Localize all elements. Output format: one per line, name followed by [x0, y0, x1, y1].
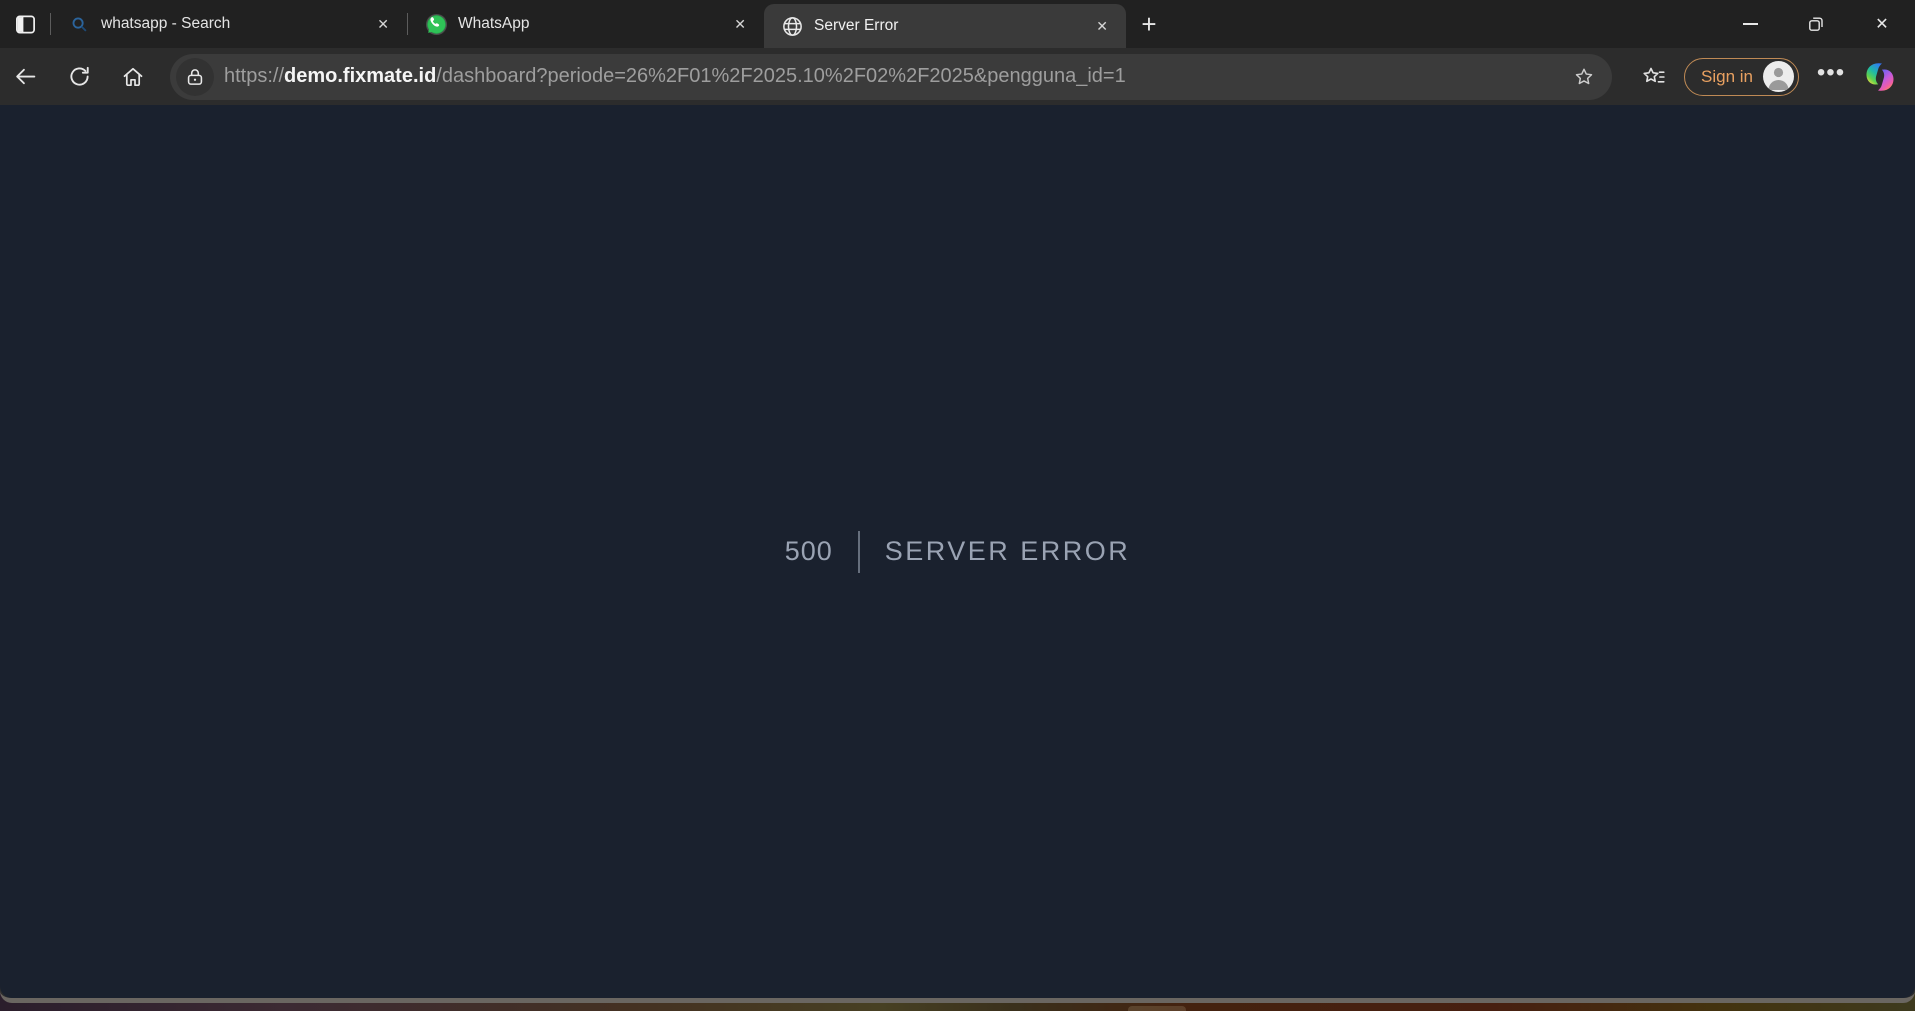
- tab-close-icon[interactable]: ✕: [1090, 14, 1114, 39]
- avatar: [1763, 61, 1794, 92]
- restore-icon: [1808, 16, 1824, 32]
- home-button[interactable]: [111, 55, 155, 99]
- error-divider: [858, 531, 860, 573]
- error-message-text: SERVER ERROR: [885, 536, 1131, 567]
- error-code: 500: [785, 536, 833, 567]
- home-icon: [121, 65, 145, 89]
- navigation-toolbar: https://demo.fixmate.id/dashboard?period…: [0, 48, 1915, 105]
- favorites-star-list-icon: [1641, 64, 1667, 90]
- back-button[interactable]: [3, 55, 47, 99]
- search-icon: [67, 12, 91, 36]
- refresh-button[interactable]: [57, 55, 101, 99]
- tab-whatsapp[interactable]: WhatsApp ✕: [408, 0, 764, 48]
- more-options-icon: •••: [1817, 59, 1845, 87]
- tab-whatsapp-search[interactable]: whatsapp - Search ✕: [51, 0, 407, 48]
- window-controls: ✕: [1717, 0, 1915, 48]
- tab-title: whatsapp - Search: [101, 15, 361, 33]
- minimize-icon: [1743, 23, 1758, 25]
- copilot-button[interactable]: [1859, 55, 1901, 99]
- tab-title: Server Error: [814, 17, 1080, 35]
- star-icon: [1573, 66, 1595, 88]
- restore-button[interactable]: [1783, 0, 1849, 48]
- add-favorite-button[interactable]: [1566, 59, 1602, 95]
- close-icon: ✕: [1875, 14, 1888, 34]
- page-content: 500 SERVER ERROR: [0, 105, 1915, 998]
- url-path: /dashboard?periode=26%2F01%2F2025.10%2F0…: [436, 65, 1125, 87]
- tab-title: WhatsApp: [458, 15, 718, 33]
- whatsapp-icon: [424, 12, 448, 36]
- site-security-button[interactable]: [176, 58, 214, 96]
- plus-icon: +: [1141, 9, 1156, 40]
- globe-icon: [780, 14, 804, 38]
- tab-server-error[interactable]: Server Error ✕: [764, 4, 1126, 48]
- favorites-button[interactable]: [1632, 55, 1676, 99]
- server-error-message: 500 SERVER ERROR: [785, 531, 1131, 573]
- lock-icon: [184, 66, 206, 88]
- minimize-button[interactable]: [1717, 0, 1783, 48]
- url-domain: demo.fixmate.id: [284, 65, 436, 87]
- copilot-icon: [1863, 60, 1897, 94]
- address-bar[interactable]: https://demo.fixmate.id/dashboard?period…: [170, 54, 1612, 100]
- sign-in-button[interactable]: Sign in: [1684, 58, 1799, 96]
- tab-actions-menu-button[interactable]: [0, 0, 50, 48]
- sign-in-label: Sign in: [1701, 67, 1753, 87]
- back-arrow-icon: [13, 64, 38, 89]
- browser-window: whatsapp - Search ✕ WhatsApp ✕: [0, 0, 1915, 1003]
- tab-close-icon[interactable]: ✕: [371, 12, 395, 37]
- refresh-icon: [67, 64, 92, 89]
- tab-bar: whatsapp - Search ✕ WhatsApp ✕: [0, 0, 1915, 48]
- new-tab-button[interactable]: +: [1126, 0, 1172, 48]
- url-text: https://demo.fixmate.id/dashboard?period…: [224, 65, 1566, 88]
- url-scheme: https://: [224, 65, 284, 87]
- window-close-button[interactable]: ✕: [1849, 0, 1915, 48]
- settings-more-button[interactable]: •••: [1809, 55, 1853, 99]
- taskbar-peek: [1128, 1006, 1186, 1011]
- tab-close-icon[interactable]: ✕: [728, 12, 752, 37]
- tab-actions-icon: [14, 13, 37, 36]
